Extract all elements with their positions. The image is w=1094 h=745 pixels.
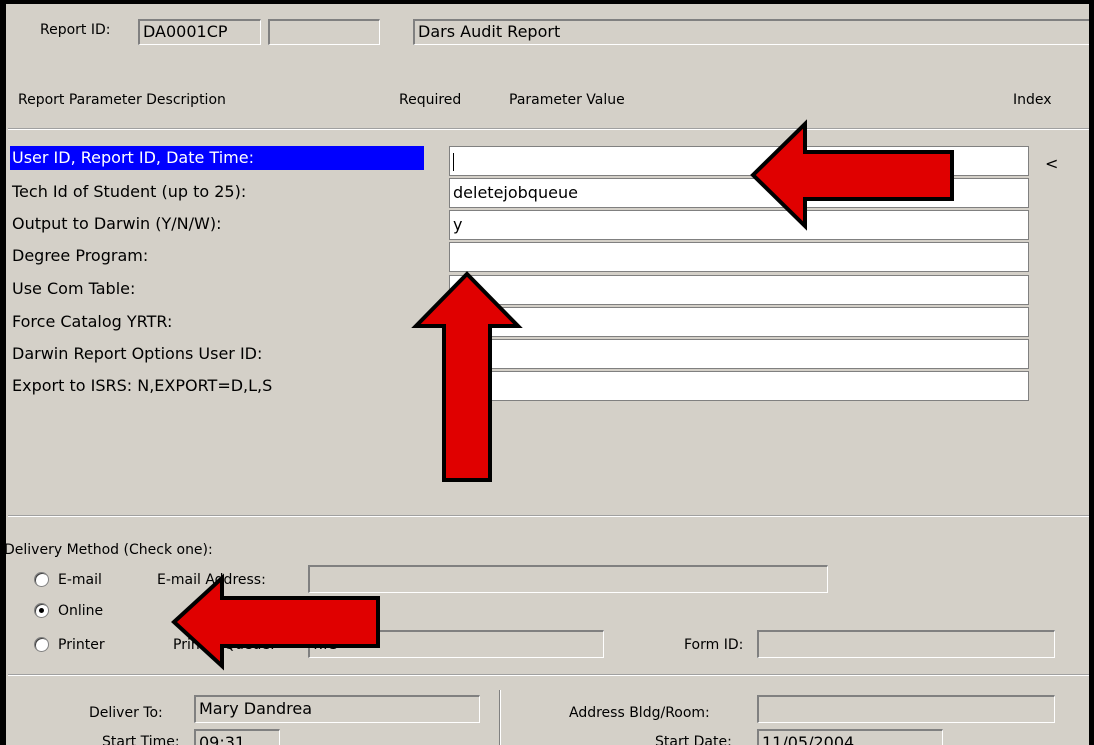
- start-time-field[interactable]: 09:31: [194, 729, 280, 745]
- radio-email[interactable]: [34, 572, 49, 587]
- column-value-header: Parameter Value: [509, 92, 625, 108]
- arrow-up-annotation-icon: [411, 271, 523, 482]
- param-value-degree-program[interactable]: [449, 242, 1029, 272]
- deliver-to-field[interactable]: Mary Dandrea: [194, 695, 480, 723]
- radio-online-label[interactable]: Online: [58, 603, 103, 619]
- param-label-darwin-options[interactable]: Darwin Report Options User ID:: [12, 344, 262, 363]
- radio-printer[interactable]: [34, 637, 49, 652]
- params-separator: [8, 515, 1094, 517]
- column-index-header: Index: [1013, 92, 1052, 108]
- param-value-use-com-table[interactable]: [449, 275, 1029, 305]
- param-value-force-catalog[interactable]: [449, 307, 1029, 337]
- frame-top: [0, 0, 1094, 4]
- param-label-force-catalog[interactable]: Force Catalog YRTR:: [12, 312, 172, 331]
- radio-online[interactable]: [34, 603, 49, 618]
- radio-email-label[interactable]: E-mail: [58, 572, 102, 588]
- column-description-header: Report Parameter Description: [18, 92, 226, 108]
- report-request-window: Report ID: DA0001CP Dars Audit Report Re…: [0, 0, 1094, 745]
- param-label-use-com-table[interactable]: Use Com Table:: [12, 279, 135, 298]
- start-date-label: Start Date:: [655, 734, 732, 745]
- deliver-to-label: Deliver To:: [89, 705, 163, 721]
- radio-printer-label[interactable]: Printer: [58, 637, 105, 653]
- report-id-extra-field[interactable]: [268, 19, 380, 45]
- address-label: Address Bldg/Room:: [569, 705, 710, 721]
- address-field[interactable]: [757, 695, 1055, 723]
- param-value-export-isrs[interactable]: [449, 371, 1029, 401]
- email-address-field[interactable]: [308, 565, 828, 593]
- param-label-degree-program[interactable]: Degree Program:: [12, 246, 148, 265]
- param-label-user-id[interactable]: User ID, Report ID, Date Time:: [10, 146, 424, 170]
- frame-right: [1089, 0, 1094, 745]
- index-marker: <: [1045, 154, 1059, 173]
- arrow-left-annotation-icon: [750, 119, 954, 231]
- column-required-header: Required: [399, 92, 462, 108]
- param-value-darwin-options[interactable]: [449, 339, 1029, 369]
- start-time-label: Start Time:: [102, 734, 180, 745]
- delivery-separator: [8, 674, 1094, 676]
- report-id-field[interactable]: DA0001CP: [138, 19, 261, 45]
- start-date-field[interactable]: 11/05/2004: [757, 729, 943, 745]
- report-id-label: Report ID:: [40, 22, 111, 38]
- frame-left: [0, 0, 6, 745]
- footer-divider: [499, 690, 501, 745]
- param-label-output-darwin[interactable]: Output to Darwin (Y/N/W):: [12, 214, 222, 233]
- delivery-method-title: Delivery Method (Check one):: [4, 542, 213, 558]
- form-id-field[interactable]: [757, 630, 1055, 658]
- report-title-field[interactable]: Dars Audit Report: [413, 19, 1094, 45]
- param-label-tech-id[interactable]: Tech Id of Student (up to 25):: [12, 182, 246, 201]
- arrow-left-online-annotation-icon: [171, 573, 380, 671]
- param-label-export-isrs[interactable]: Export to ISRS: N,EXPORT=D,L,S: [12, 376, 272, 395]
- form-id-label: Form ID:: [684, 637, 744, 653]
